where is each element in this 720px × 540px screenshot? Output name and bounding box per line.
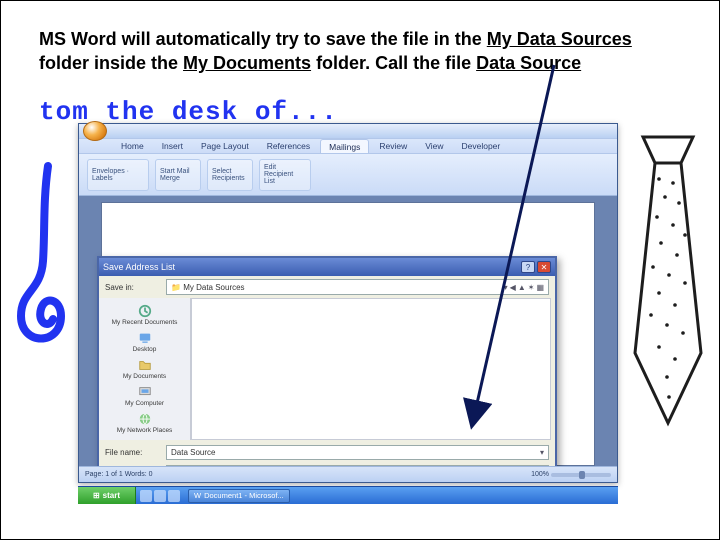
document-area[interactable]: Save Address List ? ✕ Save in: 📁 My Data… — [79, 196, 617, 466]
ribbon-edit-recipients-button[interactable]: Edit Recipient List — [259, 159, 311, 191]
dialog-title-text: Save Address List — [103, 262, 175, 272]
start-button[interactable]: ⊞ start — [78, 487, 136, 504]
word-titlebar — [79, 124, 617, 138]
views-icon[interactable]: ▦ — [536, 283, 544, 292]
new-folder-icon[interactable]: ✶ — [528, 283, 535, 292]
dialog-help-button[interactable]: ? — [521, 261, 535, 273]
folder-icon: 📁 — [171, 283, 181, 292]
tab-review[interactable]: Review — [371, 139, 415, 153]
tab-references[interactable]: References — [259, 139, 318, 153]
letterhead-loop-decoration — [13, 161, 73, 391]
dialog-titlebar[interactable]: Save Address List ? ✕ — [99, 258, 555, 276]
quick-launch-icon[interactable] — [168, 490, 180, 502]
filename-input[interactable]: Data Source▾ — [166, 445, 549, 460]
zoom-value: 100% — [531, 471, 549, 478]
word-window: Home Insert Page Layout References Maili… — [78, 123, 618, 483]
place-mydocuments[interactable]: My Documents — [103, 356, 186, 383]
up-icon[interactable]: ▲ — [518, 283, 526, 292]
necktie-decoration — [623, 133, 713, 433]
tab-mailings[interactable]: Mailings — [320, 139, 369, 153]
place-recent[interactable]: My Recent Documents — [103, 302, 186, 329]
ribbon-body: Envelopes · Labels Start Mail Merge Sele… — [79, 154, 617, 196]
back-icon[interactable]: ◀ — [510, 283, 516, 292]
word-statusbar: Page: 1 of 1 Words: 0 100% — [79, 466, 617, 482]
savein-label: Save in: — [105, 283, 160, 292]
tab-developer[interactable]: Developer — [454, 139, 509, 153]
tab-view[interactable]: View — [417, 139, 451, 153]
tab-page-layout[interactable]: Page Layout — [193, 139, 257, 153]
tab-home[interactable]: Home — [113, 139, 152, 153]
taskbar-word-button[interactable]: W Document1 - Microsof... — [188, 489, 290, 503]
dialog-close-button[interactable]: ✕ — [537, 261, 551, 273]
filename-label: File name: — [105, 448, 160, 457]
ribbon-start-merge-button[interactable]: Start Mail Merge — [155, 159, 201, 191]
quick-launch-icon[interactable] — [154, 490, 166, 502]
chevron-down-icon[interactable]: ▾ — [504, 283, 508, 292]
ribbon-select-recipients-button[interactable]: Select Recipients — [207, 159, 253, 191]
place-network[interactable]: My Network Places — [103, 409, 186, 436]
place-mycomputer[interactable]: My Computer — [103, 382, 186, 409]
quick-launch-icon[interactable] — [140, 490, 152, 502]
places-bar: My Recent Documents Desktop My Documents… — [99, 298, 191, 440]
ribbon-tabs: Home Insert Page Layout References Maili… — [79, 138, 617, 154]
office-button[interactable] — [83, 121, 107, 141]
windows-logo-icon: ⊞ — [93, 491, 100, 500]
instruction-text: MS Word will automatically try to save t… — [39, 27, 679, 76]
status-page-info: Page: 1 of 1 Words: 0 — [85, 471, 153, 478]
place-desktop[interactable]: Desktop — [103, 329, 186, 356]
word-icon: W — [194, 491, 201, 500]
chevron-down-icon[interactable]: ▾ — [540, 448, 544, 457]
file-list-pane[interactable] — [191, 298, 551, 440]
ribbon-group-create[interactable]: Envelopes · Labels — [87, 159, 149, 191]
savein-dropdown[interactable]: 📁 My Data Sources ▾ ◀ ▲ ✶ ▦ — [166, 279, 549, 295]
tab-insert[interactable]: Insert — [154, 139, 191, 153]
zoom-slider[interactable] — [551, 473, 611, 477]
savein-value: My Data Sources — [183, 283, 244, 292]
save-address-list-dialog: Save Address List ? ✕ Save in: 📁 My Data… — [97, 256, 557, 466]
quick-launch — [136, 490, 184, 502]
windows-taskbar: ⊞ start W Document1 - Microsof... — [78, 486, 618, 504]
